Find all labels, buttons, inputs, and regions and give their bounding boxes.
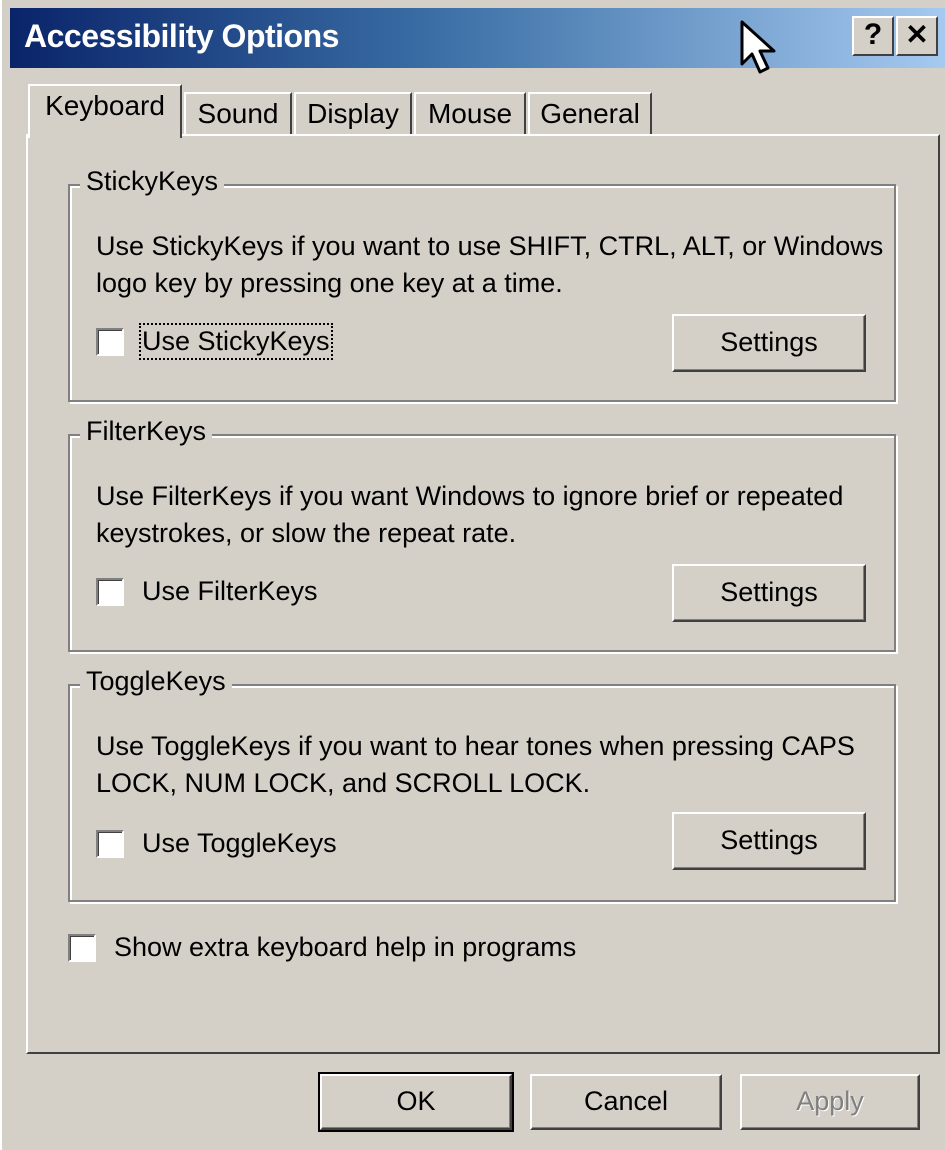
extra-keyboard-help-label[interactable]: Show extra keyboard help in programs bbox=[114, 932, 576, 963]
use-filterkeys-checkbox[interactable] bbox=[96, 578, 124, 606]
togglekeys-settings-label: Settings bbox=[720, 825, 818, 855]
filterkeys-group-title: FilterKeys bbox=[80, 416, 213, 447]
apply-button[interactable]: Apply bbox=[740, 1074, 920, 1130]
mouse-pointer-icon bbox=[740, 20, 776, 74]
help-button[interactable]: ? bbox=[852, 16, 894, 56]
help-icon: ? bbox=[863, 18, 883, 51]
togglekeys-description: Use ToggleKeys if you want to hear tones… bbox=[96, 731, 855, 798]
keyboard-tab-panel: StickyKeys Use StickyKeys if you want to… bbox=[26, 134, 940, 1054]
tab-sound[interactable]: Sound bbox=[184, 92, 292, 136]
use-stickykeys-label[interactable]: Use StickyKeys bbox=[139, 323, 333, 360]
stickykeys-group-title: StickyKeys bbox=[80, 166, 225, 197]
dialog-window: Accessibility Options ? ✕ Keyboard Sound… bbox=[0, 0, 945, 1150]
filterkeys-group: FilterKeys Use FilterKeys if you want Wi… bbox=[68, 416, 896, 652]
stickykeys-group: StickyKeys Use StickyKeys if you want to… bbox=[68, 166, 896, 402]
tab-display[interactable]: Display bbox=[294, 92, 412, 136]
tab-general[interactable]: General bbox=[528, 92, 652, 136]
ok-label: OK bbox=[396, 1086, 436, 1116]
stickykeys-description: Use StickyKeys if you want to use SHIFT,… bbox=[96, 231, 884, 298]
tab-display-label: Display bbox=[307, 98, 399, 129]
cancel-button[interactable]: Cancel bbox=[530, 1074, 722, 1130]
filterkeys-settings-label: Settings bbox=[720, 577, 818, 607]
togglekeys-group-title: ToggleKeys bbox=[80, 666, 232, 697]
window-title: Accessibility Options bbox=[24, 18, 339, 54]
filterkeys-description: Use FilterKeys if you want Windows to ig… bbox=[96, 481, 844, 548]
close-icon: ✕ bbox=[905, 19, 929, 50]
title-bar[interactable]: Accessibility Options ? ✕ bbox=[10, 8, 945, 68]
tab-keyboard-label: Keyboard bbox=[45, 90, 165, 121]
tab-sound-label: Sound bbox=[197, 98, 279, 129]
apply-label: Apply bbox=[796, 1086, 864, 1116]
tab-mouse-label: Mouse bbox=[427, 98, 513, 129]
tab-mouse[interactable]: Mouse bbox=[414, 92, 526, 136]
stickykeys-settings-button[interactable]: Settings bbox=[672, 314, 866, 372]
use-togglekeys-checkbox[interactable] bbox=[96, 830, 124, 858]
togglekeys-group: ToggleKeys Use ToggleKeys if you want to… bbox=[68, 666, 896, 902]
stickykeys-settings-label: Settings bbox=[720, 327, 818, 357]
ok-button[interactable]: OK bbox=[318, 1072, 514, 1132]
tab-general-label: General bbox=[540, 98, 640, 129]
filterkeys-settings-button[interactable]: Settings bbox=[672, 564, 866, 622]
use-stickykeys-checkbox[interactable] bbox=[96, 328, 124, 356]
togglekeys-settings-button[interactable]: Settings bbox=[672, 812, 866, 870]
tab-keyboard[interactable]: Keyboard bbox=[28, 84, 182, 138]
close-button[interactable]: ✕ bbox=[896, 16, 938, 56]
use-togglekeys-label[interactable]: Use ToggleKeys bbox=[142, 828, 337, 859]
extra-keyboard-help-checkbox[interactable] bbox=[68, 934, 96, 962]
use-filterkeys-label[interactable]: Use FilterKeys bbox=[142, 576, 318, 607]
cancel-label: Cancel bbox=[583, 1086, 669, 1116]
